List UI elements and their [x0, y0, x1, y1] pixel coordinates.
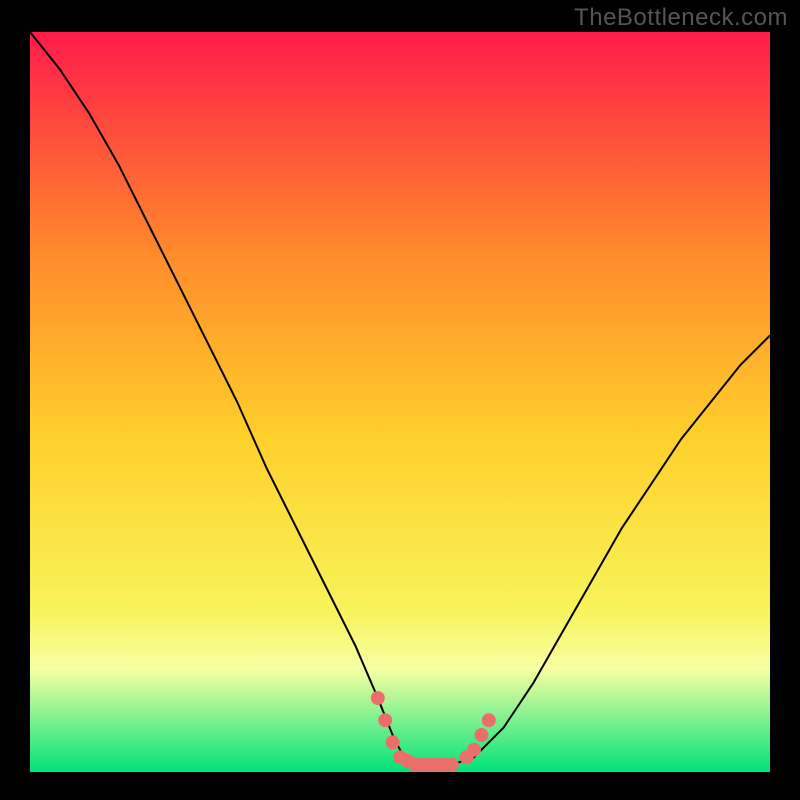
chart-svg [30, 32, 770, 772]
plot-area [30, 32, 770, 772]
curve-marker [474, 728, 488, 742]
watermark-text: TheBottleneck.com [574, 4, 788, 32]
chart-frame: TheBottleneck.com [0, 0, 800, 800]
curve-marker [371, 691, 385, 705]
curve-marker [467, 743, 481, 757]
curve-marker [445, 758, 459, 772]
curve-marker [482, 713, 496, 727]
curve-marker [378, 713, 392, 727]
curve-marker [386, 735, 400, 749]
gradient-background [30, 32, 770, 772]
